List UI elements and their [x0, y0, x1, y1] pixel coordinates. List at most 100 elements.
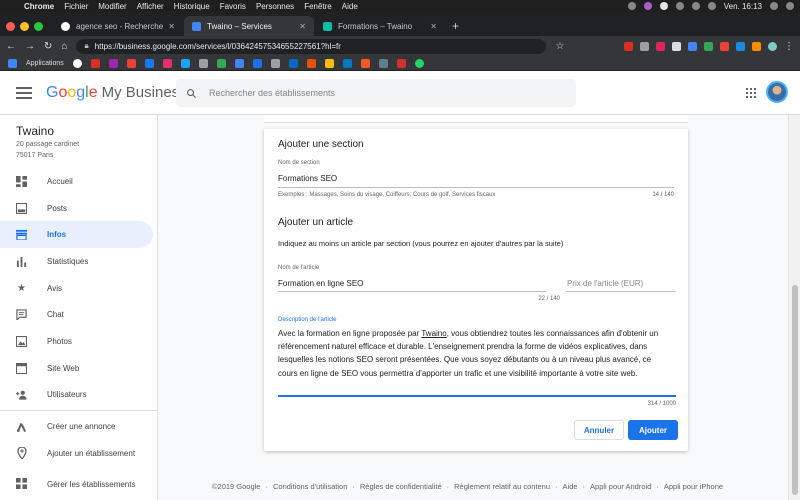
status-icon[interactable] [627, 2, 636, 10]
bookmark-icon[interactable] [216, 58, 226, 68]
maximize-window-icon[interactable] [34, 21, 43, 31]
browser-tab[interactable]: Formations – Twaino ✕ [315, 16, 445, 36]
cloud-icon[interactable] [659, 2, 668, 10]
extension-icon[interactable] [704, 41, 713, 51]
footer-link-content-policy[interactable]: Règlement relatif au contenu [454, 482, 550, 491]
sidebar-item-creer-annonce[interactable]: Créer une annonce [0, 413, 157, 440]
browser-tab[interactable]: agence seo - Recherche Google ✕ [53, 16, 183, 36]
sidebar-item-posts[interactable]: Posts [0, 195, 157, 222]
menu-favoris[interactable]: Favoris [220, 2, 246, 11]
menu-aide[interactable]: Aide [342, 2, 358, 11]
close-icon[interactable]: ✕ [168, 22, 175, 31]
google-apps-icon[interactable] [746, 88, 756, 98]
new-tab-button[interactable]: + [452, 16, 459, 36]
menu-fichier[interactable]: Fichier [64, 2, 88, 11]
description-textarea[interactable]: Avec la formation en ligne proposée par … [278, 327, 670, 380]
bookmark-applications[interactable]: Applications [26, 60, 64, 67]
add-button[interactable]: Ajouter [628, 420, 678, 440]
menu-fenetre[interactable]: Fenêtre [304, 2, 332, 11]
cancel-button[interactable]: Annuler [574, 420, 624, 440]
extension-icon[interactable] [640, 41, 649, 51]
sidebar-item-ajouter-etablissement[interactable]: Ajouter un établissement [0, 440, 157, 467]
extension-icon[interactable] [752, 41, 761, 51]
profile-icon[interactable] [768, 41, 777, 51]
menu-personnes[interactable]: Personnes [256, 2, 294, 11]
url-text[interactable]: https://business.google.com/services/l/0… [95, 42, 341, 51]
article-name-input[interactable]: Formation en ligne SEO [278, 279, 363, 288]
bookmark-icon[interactable] [324, 58, 334, 68]
extension-icon[interactable] [656, 41, 665, 51]
forward-icon[interactable]: → [25, 41, 35, 52]
extension-icon[interactable] [736, 41, 745, 51]
bookmark-icon[interactable] [198, 58, 208, 68]
sidebar-item-gerer-etablissements[interactable]: Gérer les établissements [0, 478, 135, 491]
close-icon[interactable]: ✕ [299, 22, 306, 31]
bookmark-icon[interactable] [162, 58, 172, 68]
menu-modifier[interactable]: Modifier [98, 2, 126, 11]
status-icon[interactable] [643, 2, 652, 10]
minimize-window-icon[interactable] [20, 21, 29, 31]
sidebar-item-avis[interactable]: ★ Avis [0, 275, 157, 302]
bookmark-icon[interactable] [306, 58, 316, 68]
close-window-icon[interactable] [6, 21, 15, 31]
footer-link-iphone[interactable]: Appli pour iPhone [664, 482, 723, 491]
sidebar-item-site-web[interactable]: Site Web [0, 355, 157, 382]
bookmark-icon[interactable] [396, 58, 406, 68]
bookmark-icon[interactable] [90, 58, 100, 68]
footer-link-android[interactable]: Appli pour Android [590, 482, 651, 491]
bookmark-icon[interactable] [234, 58, 244, 68]
extension-icon[interactable] [672, 41, 681, 51]
footer-link-terms[interactable]: Conditions d'utilisation [273, 482, 347, 491]
bookmark-icon[interactable] [72, 58, 82, 68]
extension-icon[interactable] [720, 41, 729, 51]
bookmark-star-icon[interactable]: ☆ [555, 41, 564, 52]
bookmark-icon[interactable] [126, 58, 136, 68]
hamburger-menu-icon[interactable] [16, 86, 32, 99]
bookmark-icon[interactable] [360, 58, 370, 68]
sidebar-item-chat[interactable]: Chat [0, 301, 157, 328]
back-icon[interactable]: ← [6, 41, 16, 52]
menu-afficher[interactable]: Afficher [137, 2, 164, 11]
extension-icon[interactable] [624, 41, 633, 51]
sidebar-item-utilisateurs[interactable]: Utilisateurs [0, 382, 157, 409]
sidebar-item-infos[interactable]: Infos [0, 221, 153, 249]
bookmark-icon[interactable] [342, 58, 352, 68]
bookmark-icon[interactable] [288, 58, 298, 68]
gmb-logo[interactable]: Google My Business [46, 84, 187, 102]
scrollbar-thumb[interactable] [792, 285, 798, 495]
chrome-menu-icon[interactable]: ⋮ [784, 41, 794, 52]
business-search-input[interactable]: Rechercher des établissements [176, 79, 576, 107]
home-icon[interactable]: ⌂ [61, 41, 67, 52]
bookmark-icon[interactable] [270, 58, 280, 68]
wifi-icon[interactable] [691, 2, 700, 10]
address-bar[interactable]: 🔒︎ https://business.google.com/services/… [76, 38, 547, 54]
browser-tab-active[interactable]: Twaino – Services ✕ [184, 16, 314, 36]
page-scrollbar[interactable] [788, 115, 800, 500]
sidebar-item-statistiques[interactable]: Statistiques [0, 248, 157, 275]
status-icon[interactable] [675, 2, 684, 10]
bookmark-icon[interactable] [144, 58, 154, 68]
footer-link-help[interactable]: Aide [563, 482, 578, 491]
whatsapp-icon[interactable] [414, 58, 424, 68]
article-price-input[interactable]: Prix de l'article (EUR) [567, 279, 643, 288]
battery-icon[interactable] [707, 2, 716, 10]
close-icon[interactable]: ✕ [430, 22, 437, 31]
sidebar-item-photos[interactable]: Photos [0, 328, 157, 355]
reload-icon[interactable]: ↻ [44, 41, 52, 52]
section-name-input[interactable]: Formations SEO [278, 174, 337, 183]
search-icon[interactable] [770, 2, 778, 10]
avatar[interactable] [766, 81, 788, 103]
sidebar-item-accueil[interactable]: Accueil [0, 168, 157, 195]
menu-historique[interactable]: Historique [174, 2, 210, 11]
bookmark-icon[interactable] [252, 58, 262, 68]
bookmark-icon[interactable] [108, 58, 118, 68]
bookmark-icon[interactable] [180, 58, 190, 68]
menu-list-icon[interactable] [786, 2, 794, 10]
clock[interactable]: Ven. 16:13 [724, 2, 762, 11]
extension-icon[interactable] [688, 41, 697, 51]
lock-icon[interactable]: 🔒︎ [84, 41, 88, 51]
bookmark-icon[interactable] [378, 58, 388, 68]
menu-chrome[interactable]: Chrome [24, 2, 54, 11]
footer-link-privacy[interactable]: Règles de confidentialité [360, 482, 442, 491]
apps-icon[interactable] [8, 58, 17, 68]
